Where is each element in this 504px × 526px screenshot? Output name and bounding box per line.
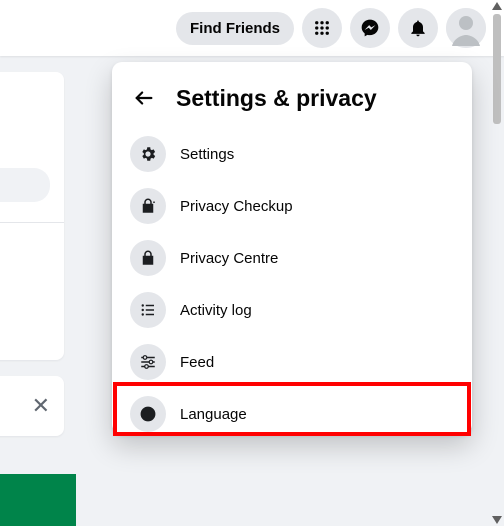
back-button[interactable] [128, 82, 160, 114]
menu-item-label: Language [180, 406, 247, 423]
find-friends-button[interactable]: Find Friends [176, 12, 294, 45]
close-icon[interactable]: ✕ [32, 393, 50, 419]
sliders-icon [130, 344, 166, 380]
account-icon[interactable] [446, 8, 486, 48]
notifications-icon[interactable] [398, 8, 438, 48]
menu-item-privacy-centre[interactable]: Privacy Centre [120, 232, 464, 284]
globe-icon [130, 396, 166, 432]
menu-item-language[interactable]: Language [120, 388, 464, 440]
find-friends-label: Find Friends [190, 20, 280, 37]
menu-item-label: Settings [180, 146, 234, 163]
list-icon [130, 292, 166, 328]
panel-header: Settings & privacy [120, 76, 464, 128]
page-scrollbar[interactable] [493, 0, 501, 526]
lock-icon [130, 240, 166, 276]
panel-title: Settings & privacy [176, 85, 377, 112]
menu-item-activity-log[interactable]: Activity log [120, 284, 464, 336]
top-navbar: Find Friends [0, 0, 504, 56]
background-card: tivity [0, 72, 64, 360]
apps-icon[interactable] [302, 8, 342, 48]
lock-check-icon [130, 188, 166, 224]
menu-item-settings[interactable]: Settings [120, 128, 464, 180]
menu-item-label: Privacy Centre [180, 250, 278, 267]
background-green-block [0, 474, 76, 526]
menu-item-label: Activity log [180, 302, 252, 319]
settings-privacy-panel: Settings & privacy Settings Privacy Chec… [112, 62, 472, 434]
background-pill [0, 168, 50, 202]
menu-item-privacy-checkup[interactable]: Privacy Checkup [120, 180, 464, 232]
background-card-2: ✕ [0, 376, 64, 436]
menu-list: Settings Privacy Checkup Privacy Centre … [120, 128, 464, 440]
messenger-icon[interactable] [350, 8, 390, 48]
gear-icon [130, 136, 166, 172]
menu-item-label: Privacy Checkup [180, 198, 293, 215]
menu-item-label: Feed [180, 354, 214, 371]
menu-item-feed[interactable]: Feed [120, 336, 464, 388]
